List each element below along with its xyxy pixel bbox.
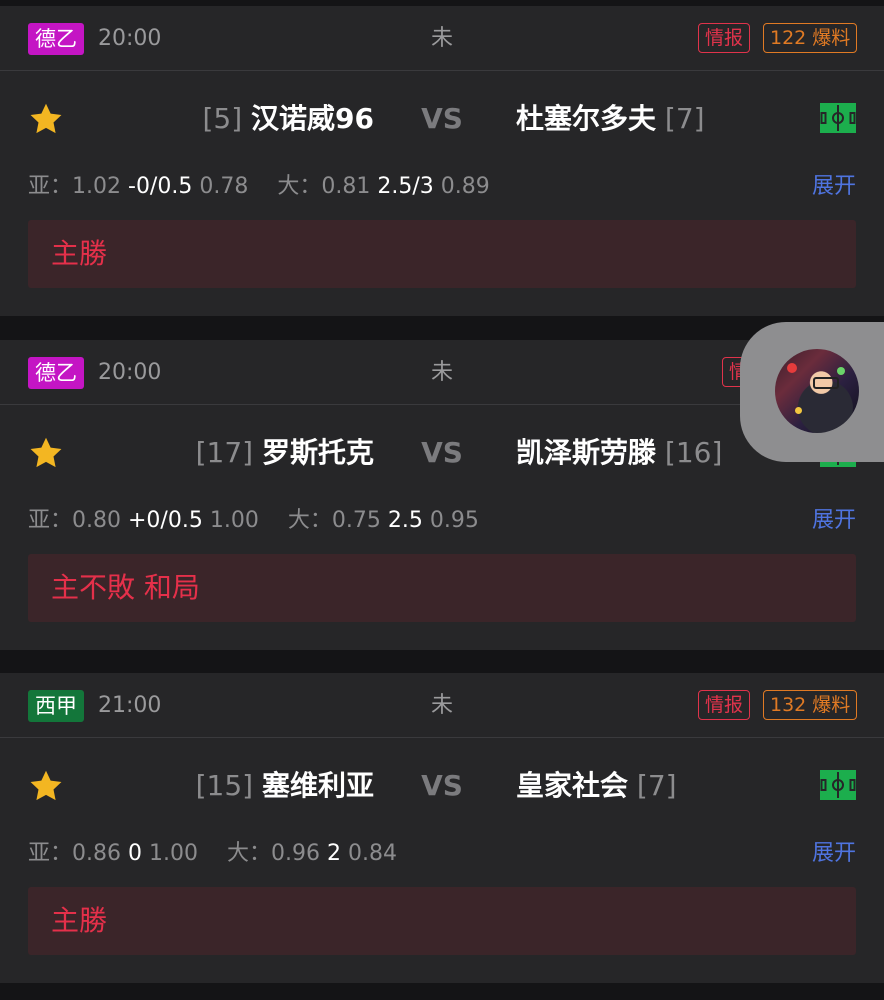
away-team-name: 凯泽斯劳滕 [516,436,657,469]
kickoff-time: 21:00 [98,693,162,718]
asia-away-odds: 0.78 [199,174,249,199]
asia-away-odds: 1.00 [149,841,198,866]
match-card[interactable]: 西甲 21:00 未 情报 132 爆料 [15] 塞维利亚 VS 皇家社会 [… [0,673,884,983]
league-badge[interactable]: 西甲 [28,690,84,722]
asia-label: 亚： [28,841,73,866]
home-team[interactable]: [15] 塞维利亚 [196,769,374,803]
asia-handicap: -0/0.5 [128,174,193,199]
league-badge[interactable]: 德乙 [28,357,84,389]
prediction-box[interactable]: 主勝 [28,887,856,955]
prediction-text: 主勝 [51,904,108,937]
vs-label: VS [421,436,463,469]
ou-label: 大： [226,841,271,866]
asia-home-odds: 1.02 [72,174,121,199]
burst-tag[interactable]: 122 爆料 [763,23,858,53]
prediction-text: 主不敗 和局 [51,571,200,604]
info-tag[interactable]: 情报 [698,23,751,53]
vs-label: VS [421,769,463,802]
home-rank: [15] [195,769,254,802]
asia-label: 亚： [28,508,73,533]
expand-link[interactable]: 展开 [812,839,856,869]
asia-handicap: 0 [128,841,142,866]
asia-home-odds: 0.80 [72,508,121,533]
pitch-icon[interactable] [820,103,856,133]
away-team-name: 皇家社会 [516,769,629,802]
prediction-box[interactable]: 主勝 [28,220,856,288]
home-team[interactable]: [5] 汉诺威96 [202,102,374,136]
ou-label: 大： [277,174,322,199]
match-status: 未 [430,26,454,51]
away-team[interactable]: 皇家社会 [7] [516,769,677,803]
ou-line: 2.5/3 [377,174,434,199]
asia-handicap: +0/0.5 [128,508,203,533]
favorite-star-icon[interactable] [28,101,64,137]
away-team-name: 杜塞尔多夫 [516,102,657,135]
match-header: 德乙 20:00 未 情报 122 爆料 [0,6,884,71]
ou-label: 大： [287,508,332,533]
away-rank: [7] [636,769,677,802]
burst-tag[interactable]: 132 爆料 [763,690,858,720]
match-card[interactable]: 德乙 20:00 未 情报 122 爆料 [5] 汉诺威96 VS 杜塞尔多夫 … [0,6,884,316]
odds-row: 亚：1.02 -0/0.5 0.78 大：0.81 2.5/3 0.89 [28,172,490,202]
info-tag[interactable]: 情报 [698,690,751,720]
expand-link[interactable]: 展开 [812,506,856,536]
home-team-name: 汉诺威96 [251,102,374,135]
home-rank: [5] [202,102,243,135]
prediction-box[interactable]: 主不敗 和局 [28,554,856,622]
vs-label: VS [421,102,463,135]
match-status: 未 [430,360,454,385]
asia-away-odds: 1.00 [209,508,259,533]
home-team-name: 塞维利亚 [261,769,374,802]
expand-link[interactable]: 展开 [812,172,856,202]
away-team[interactable]: 杜塞尔多夫 [7] [516,102,705,136]
prediction-text: 主勝 [51,237,108,270]
ou-under-odds: 0.95 [429,508,479,533]
ou-under-odds: 0.89 [440,174,490,199]
asia-label: 亚： [28,174,73,199]
asia-home-odds: 0.86 [72,841,121,866]
pitch-icon[interactable] [820,770,856,800]
home-team-name: 罗斯托克 [261,436,374,469]
away-rank: [7] [664,102,705,135]
ou-under-odds: 0.84 [347,841,397,866]
favorite-star-icon[interactable] [28,768,64,804]
kickoff-time: 20:00 [98,26,162,51]
odds-row: 亚：0.86 0 1.00 大：0.96 2 0.84 [28,839,397,869]
away-rank: [16] [664,436,723,469]
home-team[interactable]: [17] 罗斯托克 [196,436,374,470]
kickoff-time: 20:00 [98,360,162,385]
floating-avatar[interactable] [775,349,859,433]
odds-row: 亚：0.80 +0/0.5 1.00 大：0.75 2.5 0.95 [28,506,479,536]
ou-line: 2.5 [387,508,423,533]
ou-line: 2 [326,841,341,866]
match-header: 西甲 21:00 未 情报 132 爆料 [0,673,884,738]
away-team[interactable]: 凯泽斯劳滕 [16] [516,436,722,470]
ou-over-odds: 0.96 [271,841,320,866]
home-rank: [17] [195,436,254,469]
favorite-star-icon[interactable] [28,435,64,471]
league-badge[interactable]: 德乙 [28,23,84,55]
ou-over-odds: 0.75 [331,508,381,533]
match-status: 未 [430,693,454,718]
ou-over-odds: 0.81 [321,174,371,199]
